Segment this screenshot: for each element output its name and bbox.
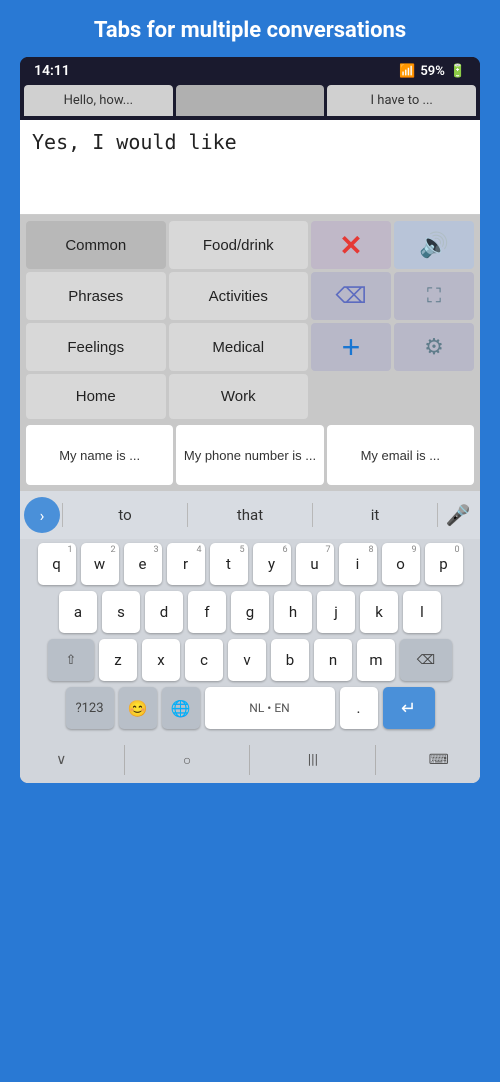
globe-key[interactable]: 🌐 xyxy=(162,687,200,729)
status-bar: 14:11 📶 59% 🔋 xyxy=(20,57,480,85)
chevron-right-icon: › xyxy=(40,506,45,525)
message-input[interactable]: Yes, I would like xyxy=(32,130,468,200)
keyboard-backspace-key[interactable]: ⌫ xyxy=(400,639,452,681)
close-button[interactable]: ✕ xyxy=(311,221,391,269)
emoji-key[interactable]: 😊 xyxy=(119,687,157,729)
phrase-my-name[interactable]: My name is ... xyxy=(26,425,173,485)
time: 14:11 xyxy=(34,63,70,79)
nav-back-button[interactable]: ∨ xyxy=(41,745,81,775)
page-title: Tabs for multiple conversations xyxy=(74,0,426,57)
category-work[interactable]: Work xyxy=(169,374,309,419)
autocomplete-expand-button[interactable]: › xyxy=(24,497,60,533)
key-i[interactable]: 8i xyxy=(339,543,377,585)
key-o[interactable]: 9o xyxy=(382,543,420,585)
expand-button[interactable]: ⛶ xyxy=(394,272,474,320)
text-area-container: Yes, I would like xyxy=(20,120,480,215)
key-j[interactable]: j xyxy=(317,591,355,633)
key-u[interactable]: 7u xyxy=(296,543,334,585)
category-common[interactable]: Common xyxy=(26,221,166,269)
backspace-icon: ⌫ xyxy=(335,283,366,309)
header: Tabs for multiple conversations xyxy=(74,0,426,57)
key-a[interactable]: a xyxy=(59,591,97,633)
key-r[interactable]: 4r xyxy=(167,543,205,585)
key-m[interactable]: m xyxy=(357,639,395,681)
key-row-4: ?123 😊 🌐 NL • EN . ↵ xyxy=(24,687,476,729)
shift-key[interactable]: ⇧ xyxy=(48,639,94,681)
plus-icon: + xyxy=(342,329,361,366)
close-icon: ✕ xyxy=(339,229,362,262)
key-d[interactable]: d xyxy=(145,591,183,633)
phone-frame: 14:11 📶 59% 🔋 Hello, how... I have to ..… xyxy=(20,57,480,783)
key-z[interactable]: z xyxy=(99,639,137,681)
category-feelings[interactable]: Feelings xyxy=(26,323,166,371)
status-icons: 📶 59% 🔋 xyxy=(399,64,466,79)
key-t[interactable]: 5t xyxy=(210,543,248,585)
speaker-icon: 🔊 xyxy=(419,231,449,260)
speaker-button[interactable]: 🔊 xyxy=(394,221,474,269)
key-b[interactable]: b xyxy=(271,639,309,681)
key-e[interactable]: 3e xyxy=(124,543,162,585)
key-s[interactable]: s xyxy=(102,591,140,633)
expand-icon: ⛶ xyxy=(427,285,441,308)
key-row-2: a s d f g h j k l xyxy=(24,591,476,633)
category-activities[interactable]: Activities xyxy=(169,272,309,320)
category-food-drink[interactable]: Food/drink xyxy=(169,221,309,269)
add-button[interactable]: + xyxy=(311,323,391,371)
keyboard-section: › to that it 🎤 1q 2w 3e xyxy=(20,491,480,783)
key-v[interactable]: v xyxy=(228,639,266,681)
space-key[interactable]: NL • EN xyxy=(205,687,335,729)
key-c[interactable]: c xyxy=(185,639,223,681)
autocomplete-word-1[interactable]: that xyxy=(190,500,310,530)
bottom-navigation: ∨ ○ ||| ⌨ xyxy=(20,737,480,783)
autocomplete-row: › to that it 🎤 xyxy=(20,491,480,539)
phrase-email[interactable]: My email is ... xyxy=(327,425,474,485)
key-g[interactable]: g xyxy=(231,591,269,633)
microphone-icon: 🎤 xyxy=(446,503,471,527)
wifi-icon: 📶 xyxy=(399,64,415,79)
battery-text: 59% xyxy=(420,64,444,79)
backspace-button[interactable]: ⌫ xyxy=(311,272,391,320)
key-y[interactable]: 6y xyxy=(253,543,291,585)
chevron-down-icon: ∨ xyxy=(56,752,66,768)
key-l[interactable]: l xyxy=(403,591,441,633)
nav-home-button[interactable]: ○ xyxy=(167,745,207,775)
key-k[interactable]: k xyxy=(360,591,398,633)
period-key[interactable]: . xyxy=(340,687,378,729)
category-grid: Common Food/drink ✕ 🔊 Phrases Activities… xyxy=(20,215,480,425)
num-switch-key[interactable]: ?123 xyxy=(66,687,114,729)
tabs-row: Hello, how... I have to ... xyxy=(20,85,480,120)
battery-icon: 🔋 xyxy=(450,64,466,79)
microphone-button[interactable]: 🎤 xyxy=(440,497,476,533)
key-w[interactable]: 2w xyxy=(81,543,119,585)
key-row-3: ⇧ z x c v b n m ⌫ xyxy=(24,639,476,681)
tab-1[interactable] xyxy=(176,85,325,116)
autocomplete-word-2[interactable]: it xyxy=(315,500,435,530)
nav-recent-button[interactable]: ||| xyxy=(293,745,333,775)
key-h[interactable]: h xyxy=(274,591,312,633)
tab-0[interactable]: Hello, how... xyxy=(24,85,173,116)
category-medical[interactable]: Medical xyxy=(169,323,309,371)
category-home[interactable]: Home xyxy=(26,374,166,419)
circle-icon: ○ xyxy=(183,752,191,769)
key-f[interactable]: f xyxy=(188,591,226,633)
key-rows: 1q 2w 3e 4r 5t 6y 7u 8i 9o 0p a s d f xyxy=(20,539,480,737)
gear-icon: ⚙ xyxy=(424,334,444,360)
key-n[interactable]: n xyxy=(314,639,352,681)
autocomplete-word-0[interactable]: to xyxy=(65,500,185,530)
phrase-phone-number[interactable]: My phone number is ... xyxy=(176,425,323,485)
settings-button[interactable]: ⚙ xyxy=(394,323,474,371)
enter-key[interactable]: ↵ xyxy=(383,687,435,729)
keyboard-icon: ⌨ xyxy=(429,752,449,768)
bars-icon: ||| xyxy=(308,752,318,768)
key-p[interactable]: 0p xyxy=(425,543,463,585)
tab-2[interactable]: I have to ... xyxy=(327,85,476,116)
nav-keyboard-button[interactable]: ⌨ xyxy=(419,745,459,775)
key-q[interactable]: 1q xyxy=(38,543,76,585)
key-x[interactable]: x xyxy=(142,639,180,681)
category-phrases[interactable]: Phrases xyxy=(26,272,166,320)
quick-phrases: My name is ... My phone number is ... My… xyxy=(20,425,480,491)
app-content: Hello, how... I have to ... Yes, I would… xyxy=(20,85,480,783)
key-row-1: 1q 2w 3e 4r 5t 6y 7u 8i 9o 0p xyxy=(24,543,476,585)
